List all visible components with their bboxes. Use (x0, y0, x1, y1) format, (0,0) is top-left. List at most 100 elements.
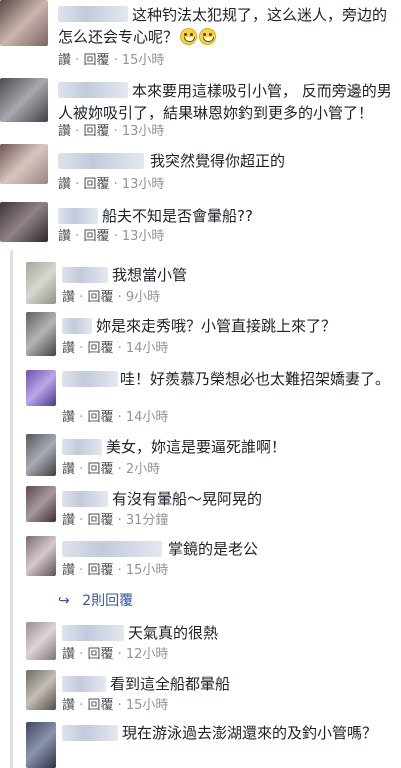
reply-link[interactable]: 回覆 (83, 53, 109, 68)
comment: 我突然覺得你超正的 讚 · 回覆 · 13小時 (0, 144, 401, 196)
commenter-name[interactable] (62, 267, 108, 283)
meta-dot: · (113, 53, 118, 68)
reply-link[interactable]: 回覆 (87, 647, 113, 662)
commenter-name[interactable] (62, 318, 92, 334)
comment-text: 哇！好羨慕乃榮想必也太難招架嬌妻了。 (62, 368, 392, 390)
reply-link[interactable]: 回覆 (87, 290, 113, 305)
comment-actions: 讚 · 回覆 · 15小時 (58, 53, 164, 69)
timestamp[interactable]: 13小時 (122, 177, 165, 192)
comment-text: 本來要用這樣吸引小管， 反而旁邊的男人被妳吸引了，結果琳恩妳釣到更多的小管了！ (58, 80, 398, 124)
reply-link[interactable]: 回覆 (87, 410, 113, 425)
comment-text: 有沒有暈船～晃阿晃的 (112, 488, 396, 510)
reply: 我想當小管 讚 · 回覆 · 9小時 (0, 256, 401, 312)
timestamp[interactable]: 14小時 (126, 410, 169, 425)
avatar[interactable] (26, 536, 56, 576)
commenter-name[interactable] (62, 541, 162, 557)
meta-dot: · (117, 410, 122, 425)
timestamp[interactable]: 15小時 (126, 563, 169, 578)
view-more-replies-link[interactable]: ↪ 2則回覆 (58, 590, 133, 610)
meta-dot: · (79, 290, 84, 305)
comment-body: 我想當小管 (112, 266, 188, 284)
reply-link[interactable]: 回覆 (87, 563, 113, 578)
comment-actions: 讚 · 回覆 · 2小時 (62, 462, 160, 478)
like-link[interactable]: 讚 (58, 177, 71, 192)
reply-link[interactable]: 回覆 (83, 124, 109, 139)
avatar[interactable] (26, 312, 56, 356)
meta-dot: · (79, 513, 84, 528)
commenter-name[interactable] (62, 676, 106, 692)
reply-link[interactable]: 回覆 (87, 698, 113, 713)
avatar[interactable] (0, 202, 48, 242)
meta-dot: · (113, 229, 118, 244)
avatar[interactable] (26, 262, 56, 304)
reply-link[interactable]: 回覆 (87, 341, 113, 356)
avatar[interactable] (26, 486, 56, 522)
comment-text: 船夫不知是否會暈船?? (102, 205, 398, 227)
timestamp[interactable]: 15小時 (122, 53, 165, 68)
comment-text: 掌鏡的是老公 (168, 538, 396, 560)
timestamp[interactable]: 15小時 (126, 698, 169, 713)
meta-dot: · (117, 341, 122, 356)
comment-actions: 讚 · 回覆 · 14小時 (62, 410, 168, 426)
like-link[interactable]: 讚 (62, 341, 75, 356)
comment-body: 哇！好羨慕乃榮想必也太難招架嬌妻了。 (120, 370, 391, 388)
comment-actions: 讚 · 回覆 · 13小時 (58, 229, 164, 245)
like-link[interactable]: 讚 (58, 124, 71, 139)
avatar[interactable] (0, 78, 48, 122)
commenter-name[interactable] (62, 725, 118, 741)
meta-dot: · (79, 462, 84, 477)
comment: 这种钓法太犯规了，这么迷人，旁边的怎么还会专心呢？ 讚 · 回覆 · 15小時 (0, 0, 401, 70)
timestamp[interactable]: 13小時 (122, 229, 165, 244)
timestamp[interactable]: 13小時 (122, 124, 165, 139)
like-link[interactable]: 讚 (62, 698, 75, 713)
like-link[interactable]: 讚 (62, 563, 75, 578)
like-link[interactable]: 讚 (62, 410, 75, 425)
timestamp[interactable]: 2小時 (126, 462, 160, 477)
comment-body: 我突然覺得你超正的 (150, 152, 286, 170)
avatar[interactable] (26, 670, 56, 710)
comment-text: 我突然覺得你超正的 (150, 150, 398, 172)
reply: 有沒有暈船～晃阿晃的 讚 · 回覆 · 31分鐘 (0, 486, 401, 534)
timestamp[interactable]: 12小時 (126, 647, 169, 662)
reply-link[interactable]: 回覆 (87, 462, 113, 477)
reply-link[interactable]: 回覆 (83, 229, 109, 244)
avatar[interactable] (26, 370, 56, 406)
avatar[interactable] (26, 722, 56, 768)
avatar[interactable] (0, 0, 48, 46)
commenter-name[interactable] (62, 491, 108, 507)
like-link[interactable]: 讚 (58, 229, 71, 244)
meta-dot: · (113, 124, 118, 139)
commenter-name[interactable] (62, 625, 124, 641)
reply-link[interactable]: 回覆 (83, 177, 109, 192)
comment-body: 有沒有暈船～晃阿晃的 (112, 490, 263, 508)
commenter-name[interactable] (58, 153, 144, 169)
like-link[interactable]: 讚 (62, 290, 75, 305)
like-link[interactable]: 讚 (62, 513, 75, 528)
timestamp[interactable]: 9小時 (126, 290, 160, 305)
reply: 妳是來走秀哦？小管直接跳上來了？ 讚 · 回覆 · 14小時 (0, 312, 401, 360)
avatar[interactable] (26, 434, 56, 476)
reply-link[interactable]: 回覆 (87, 513, 113, 528)
meta-dot: · (75, 53, 80, 68)
like-link[interactable]: 讚 (62, 462, 75, 477)
comment-actions: 讚 · 回覆 · 15小時 (62, 563, 168, 579)
comment-text: 看到這全船都暈船 (110, 673, 396, 695)
comment-body: 这种钓法太犯规了，这么迷人，旁边的怎么还会专心呢？ (58, 6, 388, 46)
like-link[interactable]: 讚 (62, 647, 75, 662)
comment-actions: 讚 · 回覆 · 13小時 (58, 124, 164, 140)
avatar[interactable] (26, 622, 56, 660)
comment-text: 我想當小管 (112, 264, 392, 286)
comment-text: 这种钓法太犯规了，这么迷人，旁边的怎么还会专心呢？ (58, 4, 398, 48)
comment-body: 本來要用這樣吸引小管， 反而旁邊的男人被妳吸引了，結果琳恩妳釣到更多的小管了！ (58, 82, 392, 122)
like-link[interactable]: 讚 (58, 53, 71, 68)
comment: 船夫不知是否會暈船?? 讚 · 回覆 · 13小時 (0, 202, 401, 250)
commenter-name[interactable] (58, 208, 98, 224)
comment-text: 美女，妳這是要逼死誰啊！ (106, 436, 396, 458)
timestamp[interactable]: 14小時 (126, 341, 169, 356)
meta-dot: · (117, 698, 122, 713)
commenter-name[interactable] (62, 439, 102, 455)
avatar[interactable] (0, 144, 48, 184)
meta-dot: · (75, 177, 80, 192)
comment-body: 美女，妳這是要逼死誰啊！ (106, 438, 287, 456)
timestamp[interactable]: 31分鐘 (126, 513, 169, 528)
